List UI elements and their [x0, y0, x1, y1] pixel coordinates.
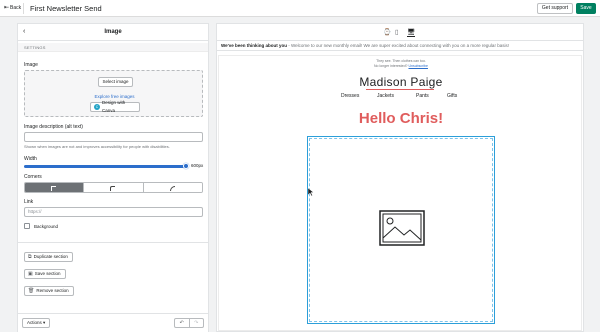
- background-label: Background: [34, 223, 59, 229]
- corners-label: Corners: [24, 174, 42, 180]
- mobile-icon[interactable]: ▯: [395, 28, 399, 36]
- image-label: Image: [24, 62, 38, 68]
- unsubscribe-prefix: No longer interested?: [374, 64, 409, 68]
- nav-item-jackets[interactable]: Jackets: [377, 93, 394, 99]
- corner-round-option[interactable]: [143, 183, 202, 192]
- corners-segmented-control: [24, 182, 203, 193]
- canva-icon: C: [94, 104, 100, 110]
- duplicate-label: Duplicate section: [33, 254, 68, 259]
- width-label: Width: [24, 156, 37, 162]
- topbar-divider: [23, 3, 24, 14]
- corner-slight-round-option[interactable]: [84, 183, 144, 192]
- get-support-button[interactable]: Get support: [537, 3, 573, 14]
- headline: Hello Chris!: [358, 110, 444, 127]
- panel-divider: [18, 242, 208, 243]
- remove-section-button[interactable]: 🗑 Remove section: [24, 286, 74, 296]
- device-switcher: ⌚ ▯ 🖥: [217, 24, 583, 41]
- panel-footer: Actions ▾ ↶ ↷: [18, 313, 208, 332]
- email-preview: ⌚ ▯ 🖥 We've been thinking about you - We…: [216, 23, 584, 332]
- mouse-cursor-icon: [308, 188, 314, 196]
- background-toggle[interactable]: Background: [24, 223, 58, 229]
- undo-icon[interactable]: ↶: [175, 319, 190, 327]
- alt-text-label: Image description (alt text): [24, 124, 83, 130]
- width-slider-track[interactable]: [24, 165, 187, 168]
- width-slider-thumb[interactable]: [183, 163, 189, 169]
- preheader-title: We've been thinking about you: [221, 43, 287, 48]
- select-image-button[interactable]: Select image: [98, 77, 133, 87]
- alt-text-help: Shown when images are not and improves a…: [24, 144, 170, 149]
- background-checkbox[interactable]: [24, 223, 30, 229]
- width-value: 600px: [191, 163, 204, 168]
- page-title: First Newsletter Send: [30, 4, 102, 13]
- back-arrow-icon: ⇤: [4, 5, 10, 11]
- brand-underline: [366, 89, 434, 90]
- round-corner-icon: [169, 186, 175, 191]
- undo-redo-group: ↶ ↷: [174, 318, 204, 328]
- link-input[interactable]: https://: [24, 207, 203, 217]
- square-corner-icon: [51, 186, 56, 191]
- unsubscribe-link[interactable]: Unsubscribe: [408, 64, 427, 68]
- image-block-selected[interactable]: [307, 136, 495, 324]
- link-label: Link: [24, 199, 34, 205]
- settings-panel: ‹ Image SETTINGS Image Select image Expl…: [17, 23, 209, 332]
- duplicate-section-button[interactable]: ⧉ Duplicate section: [24, 252, 73, 262]
- redo-icon[interactable]: ↷: [190, 319, 204, 327]
- nav-item-pants[interactable]: Pants: [416, 93, 429, 99]
- duplicate-icon: ⧉: [28, 254, 32, 260]
- panel-header: ‹ Image: [18, 24, 208, 41]
- settings-section-header: SETTINGS: [18, 43, 208, 52]
- email-canvas: They see. Then clothes can too. No longe…: [218, 55, 582, 331]
- save-section-label: Save section: [34, 271, 61, 276]
- tagline-text: They see. Then clothes can too.: [376, 59, 426, 63]
- preheader-bar: We've been thinking about you - Welcome …: [217, 41, 583, 51]
- back-label: Back: [10, 5, 22, 11]
- actions-label: Actions: [27, 320, 42, 325]
- save-button[interactable]: Save: [576, 3, 596, 14]
- panel-title: Image: [104, 29, 122, 35]
- settings-section-label: SETTINGS: [24, 45, 46, 50]
- unsubscribe-line: No longer interested? Unsubscribe: [219, 64, 583, 68]
- actions-button[interactable]: Actions ▾: [22, 318, 51, 328]
- save-section-button[interactable]: ▣ Save section: [24, 269, 66, 279]
- save-icon: ▣: [28, 271, 33, 277]
- watch-icon[interactable]: ⌚: [383, 28, 391, 36]
- image-placeholder-icon: [379, 210, 425, 246]
- top-bar: ⇤ Back First Newsletter Send Get support…: [0, 0, 600, 17]
- back-button[interactable]: ⇤ Back: [4, 5, 21, 11]
- corner-square-option[interactable]: [25, 183, 85, 192]
- chevron-down-icon: ▾: [43, 320, 46, 325]
- slight-round-corner-icon: [110, 186, 116, 191]
- image-dropzone[interactable]: Select image Explore free images C Desig…: [24, 70, 203, 117]
- alt-text-input[interactable]: [24, 132, 203, 142]
- preheader-text: - Welcome to our new monthly email! We a…: [287, 43, 509, 48]
- remove-section-label: Remove section: [36, 288, 69, 293]
- desktop-icon[interactable]: 🖥: [407, 28, 416, 37]
- design-with-canva-button[interactable]: C Design with Canva: [90, 100, 140, 113]
- trash-icon: 🗑: [28, 288, 35, 294]
- brand-logo: Madison Paige: [359, 75, 443, 89]
- nav-item-gifts[interactable]: Gifts: [447, 93, 457, 99]
- nav-item-dresses[interactable]: Dresses: [341, 93, 359, 99]
- canva-label: Design with Canva: [102, 100, 126, 113]
